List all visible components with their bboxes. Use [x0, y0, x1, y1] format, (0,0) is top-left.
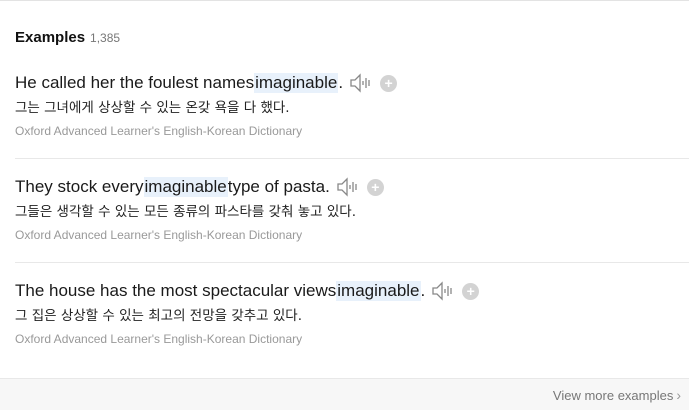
view-more-label: View more examples: [552, 387, 674, 403]
example-sentence: They stock every imaginable type of past…: [15, 175, 689, 199]
highlighted-word: imaginable: [254, 73, 339, 93]
sentence-text-after: .: [338, 73, 344, 92]
speaker-icon[interactable]: [349, 73, 373, 93]
speaker-icon[interactable]: [431, 281, 455, 301]
example-sentence: He called her the foulest names imaginab…: [15, 71, 689, 95]
sentence-text-after: .: [420, 281, 426, 300]
example-source: Oxford Advanced Learner's English-Korean…: [15, 124, 303, 138]
example-divider: [15, 158, 689, 159]
speaker-icon[interactable]: [336, 177, 360, 197]
plus-icon[interactable]: +: [462, 282, 480, 300]
examples-count: 1,385: [90, 31, 121, 45]
example-translation: 그는 그녀에게 상상할 수 있는 온갖 욕을 다 했다.: [15, 100, 290, 116]
example-item: They stock every imaginable type of past…: [15, 175, 689, 242]
example-item: The house has the most spectacular views…: [15, 279, 689, 346]
example-item: He called her the foulest names imaginab…: [15, 71, 689, 138]
example-translation: 그 집은 상상할 수 있는 최고의 전망을 갖추고 있다.: [15, 308, 303, 324]
plus-icon[interactable]: +: [380, 74, 398, 92]
sentence-text-before: He called her the foulest names: [15, 73, 255, 92]
examples-footer: View more examples ›: [0, 378, 689, 410]
highlighted-word: imaginable: [336, 281, 421, 301]
plus-icon[interactable]: +: [366, 178, 384, 196]
sentence-text-before: They stock every: [15, 177, 144, 196]
sentence-text-before: The house has the most spectacular views: [15, 281, 337, 300]
examples-header: Examples 1,385: [15, 29, 120, 47]
view-more-examples-link[interactable]: View more examples ›: [553, 387, 681, 403]
chevron-right-icon: ›: [676, 387, 681, 403]
highlighted-word: imaginable: [143, 177, 228, 197]
top-divider: [0, 0, 689, 1]
example-source: Oxford Advanced Learner's English-Korean…: [15, 228, 303, 242]
example-sentence: The house has the most spectacular views…: [15, 279, 689, 303]
sentence-text-after: type of pasta.: [227, 177, 330, 196]
example-translation: 그들은 생각할 수 있는 모든 종류의 파스타를 갖춰 놓고 있다.: [15, 204, 356, 220]
example-divider: [15, 262, 689, 263]
examples-title: Examples: [15, 29, 86, 46]
example-source: Oxford Advanced Learner's English-Korean…: [15, 332, 303, 346]
